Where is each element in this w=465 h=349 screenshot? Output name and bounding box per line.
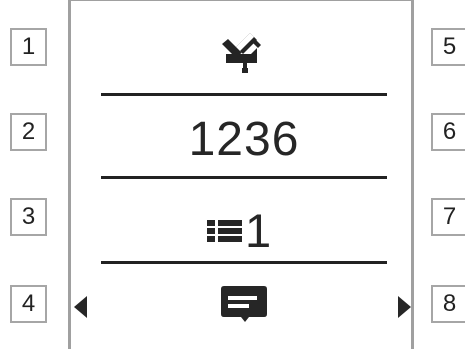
extension-number: 1236 <box>188 113 300 166</box>
softkey-4[interactable]: 4 <box>10 285 47 323</box>
message-bubble-icon <box>221 286 267 322</box>
checkmark-pen-document-icon <box>222 33 261 73</box>
softkey-8[interactable]: 8 <box>431 285 465 323</box>
softkey-2[interactable]: 2 <box>10 113 47 151</box>
queue-indicator: 1 <box>207 203 271 259</box>
softkey-7[interactable]: 7 <box>431 198 465 236</box>
top-divider <box>101 93 387 96</box>
queue-count: 1 <box>245 204 272 257</box>
softkey-5[interactable]: 5 <box>431 28 465 66</box>
bottom-divider <box>101 261 387 264</box>
middle-divider <box>101 176 387 179</box>
list-icon <box>207 220 242 242</box>
triangle-right-icon[interactable] <box>398 296 411 318</box>
triangle-left-icon[interactable] <box>74 296 87 318</box>
softkey-1[interactable]: 1 <box>10 28 47 66</box>
phone-display-panel: 1 2 3 4 5 6 7 8 1236 1 <box>0 0 465 349</box>
softkey-6[interactable]: 6 <box>431 113 465 151</box>
softkey-3[interactable]: 3 <box>10 198 47 236</box>
